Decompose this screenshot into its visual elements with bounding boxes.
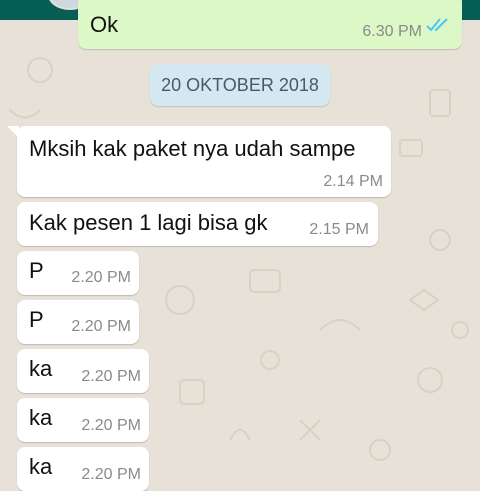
message-time: 2.20 PM: [81, 466, 141, 483]
message-time: 2.20 PM: [81, 368, 141, 385]
message-time: 6.30 PM: [362, 23, 422, 40]
message-time: 2.20 PM: [81, 417, 141, 434]
outgoing-message[interactable]: Ok 6.30 PM: [78, 0, 462, 49]
message-time: 2.14 PM: [323, 173, 383, 190]
message-text: P: [29, 307, 44, 332]
message-text: ka: [29, 454, 53, 479]
bubble-tail: [7, 126, 19, 138]
message-text: ka: [29, 356, 53, 381]
message-text: ka: [29, 405, 53, 430]
incoming-message[interactable]: ka 2.20 PM: [17, 398, 149, 442]
incoming-message[interactable]: ka 2.20 PM: [17, 349, 149, 393]
message-text: Ok: [90, 12, 119, 37]
incoming-message[interactable]: P 2.20 PM: [17, 251, 139, 295]
incoming-message[interactable]: Mksih kak paket nya udah sampe 2.14 PM: [7, 126, 391, 197]
message-time: 2.20 PM: [71, 318, 131, 335]
incoming-message[interactable]: Kak pesen 1 lagi bisa gk 2.15 PM: [17, 202, 378, 246]
message-time: 2.15 PM: [309, 221, 369, 238]
incoming-message[interactable]: ka 2.20 PM: [17, 447, 149, 491]
read-receipt-double-check-icon: [426, 18, 448, 32]
message-time: 2.20 PM: [71, 269, 131, 286]
message-text: Mksih kak paket nya udah sampe: [29, 136, 356, 161]
message-text: P: [29, 258, 44, 283]
incoming-message[interactable]: P 2.20 PM: [17, 300, 139, 344]
date-divider: 20 OKTOBER 2018: [150, 64, 330, 106]
message-text: Kak pesen 1 lagi bisa gk: [29, 210, 268, 235]
